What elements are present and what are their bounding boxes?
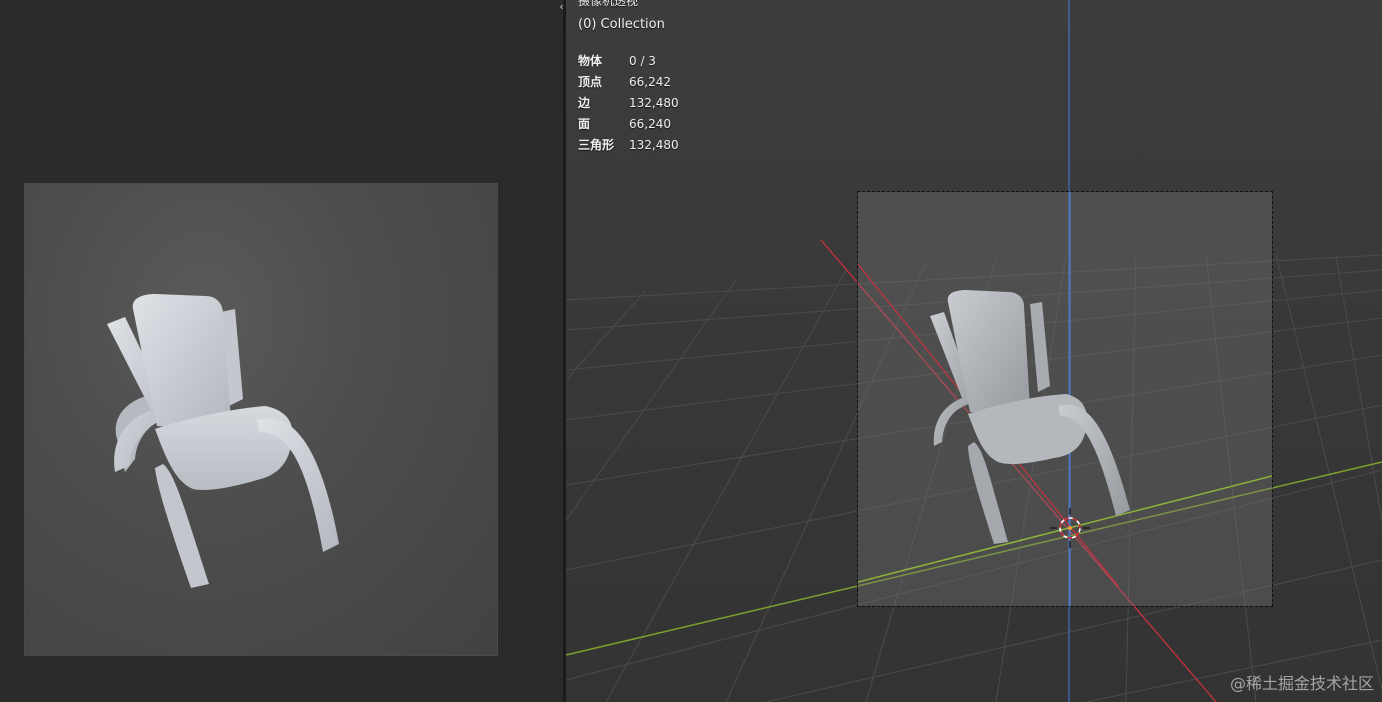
y-axis-line bbox=[566, 461, 1382, 656]
stat-row-faces: 面 66,240 bbox=[578, 114, 679, 135]
stat-value: 132,480 bbox=[629, 96, 679, 110]
stat-value: 66,242 bbox=[629, 75, 671, 89]
stat-row-edges: 边 132,480 bbox=[578, 93, 679, 114]
viewport-scene bbox=[566, 0, 1382, 702]
stat-label: 三角形 bbox=[578, 138, 615, 152]
collection-label: (0) Collection bbox=[578, 17, 665, 32]
stat-value: 0 / 3 bbox=[629, 54, 656, 68]
stat-label: 面 bbox=[578, 117, 591, 131]
stat-row-triangles: 三角形 132,480 bbox=[578, 135, 679, 156]
viewport-info-overlay: 摄像机透视 (0) Collection 物体 0 / 3 顶点 66,242 边 1… bbox=[578, 0, 679, 156]
floor-grid bbox=[566, 253, 1382, 702]
stat-value: 66,240 bbox=[629, 117, 671, 131]
stat-row-vertices: 顶点 66,242 bbox=[578, 72, 679, 93]
view-name: 摄像机透视 bbox=[578, 0, 639, 8]
3d-viewport[interactable]: 摄像机透视 (0) Collection 物体 0 / 3 顶点 66,242 边 1… bbox=[566, 0, 1382, 702]
x-axis-line bbox=[820, 239, 1217, 702]
watermark: @稀土掘金技术社区 bbox=[1229, 674, 1374, 693]
stat-value: 132,480 bbox=[629, 138, 679, 152]
stat-row-objects: 物体 0 / 3 bbox=[578, 51, 679, 72]
scene-statistics: 物体 0 / 3 顶点 66,242 边 132,480 面 66,240 三角形 132… bbox=[578, 51, 679, 156]
app-window: ‹› 摄像机透视 (0) Collection 物体 0 / 3 顶点 66,2… bbox=[0, 0, 1382, 702]
stat-label: 顶点 bbox=[578, 75, 603, 89]
render-preview-panel bbox=[0, 0, 563, 702]
chair-render bbox=[107, 294, 339, 588]
render-image bbox=[24, 183, 498, 656]
stat-label: 物体 bbox=[578, 54, 603, 68]
stat-label: 边 bbox=[578, 96, 591, 110]
